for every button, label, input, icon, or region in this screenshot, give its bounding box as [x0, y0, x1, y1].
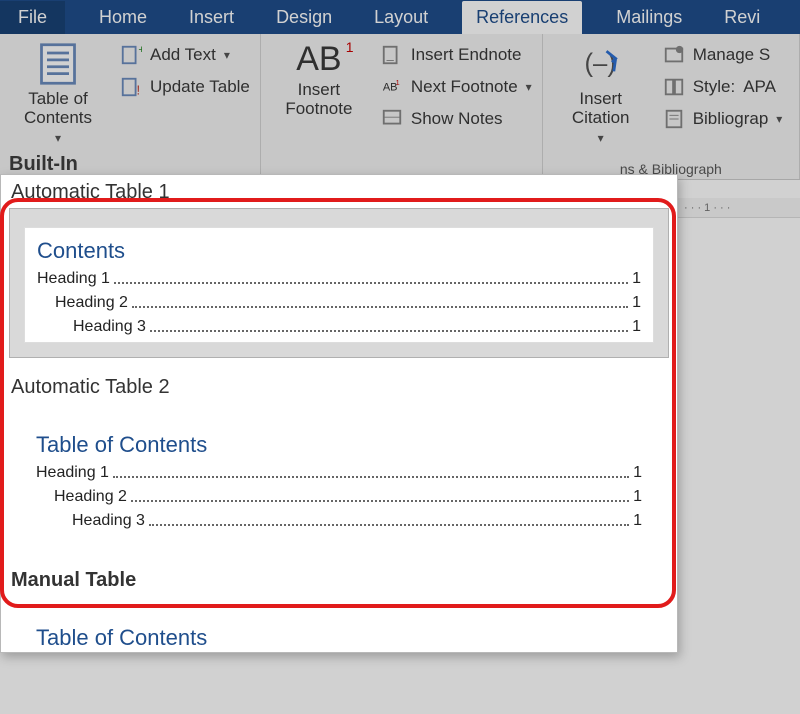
auto2-row-1: Heading 21: [36, 488, 642, 506]
next-footnote-icon: AB1: [381, 76, 403, 98]
auto2-preview: Table of Contents Heading 11 Heading 21 …: [24, 422, 654, 536]
insert-footnote-button[interactable]: AB1 Insert Footnote: [271, 40, 367, 177]
auto2-title: Table of Contents: [36, 432, 642, 458]
auto1-row-2: Heading 31: [37, 318, 641, 336]
gallery-option-auto2[interactable]: Table of Contents Heading 11 Heading 21 …: [9, 403, 669, 551]
insert-endnote-button[interactable]: Insert Endnote: [381, 44, 532, 66]
svg-text:1: 1: [396, 78, 400, 87]
group-citations: (–) Insert Citation Manage S Style: APA: [543, 34, 800, 179]
add-text-icon: +: [120, 44, 142, 66]
auto1-preview: Contents Heading 11 Heading 21 Heading 3…: [24, 227, 654, 343]
manage-sources-icon: [663, 44, 685, 66]
show-notes-label: Show Notes: [411, 109, 503, 129]
ruler: · · · 1 · · ·: [678, 198, 800, 218]
style-icon: [663, 76, 685, 98]
gallery-option-auto1[interactable]: Contents Heading 11 Heading 21 Heading 3…: [9, 208, 669, 358]
update-table-label: Update Table: [150, 77, 250, 97]
style-label: Style:: [693, 77, 736, 97]
bibliography-button[interactable]: Bibliograp: [663, 108, 783, 130]
tab-review[interactable]: Revi: [716, 1, 768, 34]
gallery-header: Built-In: [9, 153, 78, 176]
manual-title: Table of Contents: [36, 625, 642, 651]
add-text-label: Add Text: [150, 45, 216, 65]
tab-layout[interactable]: Layout: [366, 1, 436, 34]
update-table-button[interactable]: ! Update Table: [120, 76, 250, 98]
endnote-icon: [381, 44, 403, 66]
insert-citation-label: Insert Citation: [572, 90, 630, 127]
show-notes-icon: [381, 108, 403, 130]
auto2-row-2: Heading 31: [36, 512, 642, 530]
auto1-row-1: Heading 21: [37, 294, 641, 312]
manage-sources-button[interactable]: Manage S: [663, 44, 783, 66]
tab-insert[interactable]: Insert: [181, 1, 242, 34]
show-notes-button[interactable]: Show Notes: [381, 108, 532, 130]
tab-design[interactable]: Design: [268, 1, 340, 34]
manual-preview: Table of Contents: [24, 615, 654, 651]
insert-citation-button[interactable]: (–) Insert Citation: [553, 40, 649, 159]
tab-file[interactable]: File: [0, 1, 65, 34]
footnote-ab-icon: AB1: [296, 42, 341, 77]
next-footnote-label: Next Footnote: [411, 77, 518, 97]
gallery-category-manual: Manual Table: [1, 563, 677, 594]
tab-references[interactable]: References: [462, 1, 582, 34]
style-value: APA: [743, 77, 776, 97]
next-footnote-button[interactable]: AB1 Next Footnote: [381, 76, 532, 98]
toc-gallery: Built-In Automatic Table 1 Contents Head…: [0, 174, 678, 653]
add-text-button[interactable]: + Add Text: [120, 44, 250, 66]
auto1-row-0: Heading 11: [37, 270, 641, 288]
tab-mailings[interactable]: Mailings: [608, 1, 690, 34]
bibliography-label: Bibliograp: [693, 109, 769, 129]
svg-text:+: +: [138, 44, 142, 56]
gallery-category-auto2: Automatic Table 2: [1, 370, 677, 401]
gallery-category-auto1: Automatic Table 1: [1, 175, 677, 206]
toc-icon: [36, 42, 80, 86]
ribbon-tabs: File Home Insert Design Layout Reference…: [0, 0, 800, 34]
svg-text:!: !: [137, 82, 141, 97]
bibliography-icon: [663, 108, 685, 130]
auto1-title: Contents: [37, 238, 641, 264]
auto2-row-0: Heading 11: [36, 464, 642, 482]
style-selector[interactable]: Style: APA: [663, 76, 783, 98]
insert-citation-icon: (–): [579, 42, 623, 86]
update-table-icon: !: [120, 76, 142, 98]
manage-sources-label: Manage S: [693, 45, 771, 65]
ribbon: Table of Contents + Add Text ! Update Ta…: [0, 34, 800, 180]
toc-button-label: Table of Contents: [24, 90, 92, 127]
insert-footnote-label: Insert Footnote: [285, 81, 352, 118]
group-footnotes: AB1 Insert Footnote Insert Endnote AB1 N…: [261, 34, 543, 179]
gallery-option-manual[interactable]: Table of Contents: [9, 596, 669, 652]
insert-endnote-label: Insert Endnote: [411, 45, 522, 65]
tab-home[interactable]: Home: [91, 1, 155, 34]
